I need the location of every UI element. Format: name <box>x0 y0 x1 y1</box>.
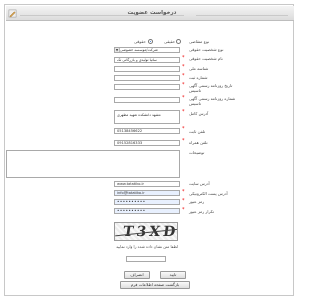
mobile-field[interactable]: 09152816333 <box>114 140 180 146</box>
radio-legal-label: حقوقی <box>134 39 146 44</box>
required-star: * <box>182 73 185 79</box>
phone-field[interactable]: 05138456622 <box>114 128 180 134</box>
gazette-number-label: شماره روزنامه رسمی آگهی تاسیس <box>189 96 236 106</box>
submit-button[interactable]: تایید <box>160 271 186 279</box>
cancel-button[interactable]: انصراف <box>124 271 150 279</box>
required-star: * <box>182 95 185 101</box>
required-star: * <box>182 126 185 132</box>
radio-legal[interactable] <box>148 39 153 44</box>
password-field[interactable]: •••••••••• <box>114 199 180 205</box>
required-star: * <box>182 207 185 213</box>
national-id-field[interactable] <box>114 66 180 72</box>
email-label: آدرس پست الکترونیکی <box>189 191 228 196</box>
password-label: رمز عبور <box>189 199 205 204</box>
back-to-form-button[interactable]: بازگشت صفحه اطلاعات فرم <box>120 281 190 289</box>
description-label: توضیحات <box>189 150 205 155</box>
required-star: * <box>182 64 185 70</box>
legal-type-select[interactable]: ▼ شرکت/موسسه خصوصی <box>114 47 180 53</box>
legal-type-value: شرکت/موسسه خصوصی <box>120 48 158 52</box>
radio-real-label: حقیقی <box>164 39 176 44</box>
panel-header: درخواست عضويت <box>6 6 294 21</box>
required-star: * <box>182 109 185 115</box>
gazette-number-field[interactable] <box>114 97 180 103</box>
reg-number-label: شماره ثبت <box>189 75 208 80</box>
captcha-input[interactable] <box>126 256 166 262</box>
radio-real[interactable] <box>176 39 181 44</box>
address-textarea[interactable]: مشهد دانشکده شهید مطهری <box>114 110 180 124</box>
pencil-icon <box>8 9 17 18</box>
required-star: * <box>182 138 185 144</box>
national-id-label: شناسه ملی <box>189 66 209 71</box>
header-rule-right <box>196 15 288 16</box>
mobile-label: تلفن همراه <box>189 140 208 145</box>
reg-number-field[interactable] <box>114 75 180 81</box>
captcha-image: T3XD <box>114 222 178 241</box>
address-label: آدرس کامل <box>189 111 209 116</box>
chevron-down-icon: ▼ <box>115 48 120 52</box>
legal-name-field[interactable]: ساتیا تولیدی و بازرگانی تک <box>114 57 180 63</box>
phone-label: تلفن ثابت <box>189 129 206 134</box>
description-textarea[interactable] <box>6 150 180 178</box>
page-title: درخواست عضويت <box>127 10 177 16</box>
required-star: * <box>182 55 185 61</box>
confirm-password-label: تکرار رمز عبور <box>189 209 214 214</box>
website-field[interactable]: www.tatatiko.ir <box>114 181 180 187</box>
confirm-password-field[interactable]: •••••••••• <box>114 208 180 214</box>
email-field[interactable]: info@tatatiko.ir <box>114 190 180 196</box>
required-star: * <box>182 82 185 88</box>
captcha-hint: لطفا متن نشان داده شده را وارد نمایید <box>116 244 178 249</box>
required-star: * <box>182 189 185 195</box>
website-label: آدرس سایت <box>189 181 210 186</box>
membership-type-label: نوع متقاضی <box>189 39 210 44</box>
legal-type-label: نوع شخصیت حقوقی <box>189 47 224 52</box>
required-star: * <box>182 198 185 204</box>
gazette-date-field[interactable] <box>114 84 180 90</box>
gazette-date-label: تاریخ روزنامه رسمی آگهی تاسیس <box>189 83 233 93</box>
legal-name-label: نام شخصیت حقوقی <box>189 56 223 61</box>
